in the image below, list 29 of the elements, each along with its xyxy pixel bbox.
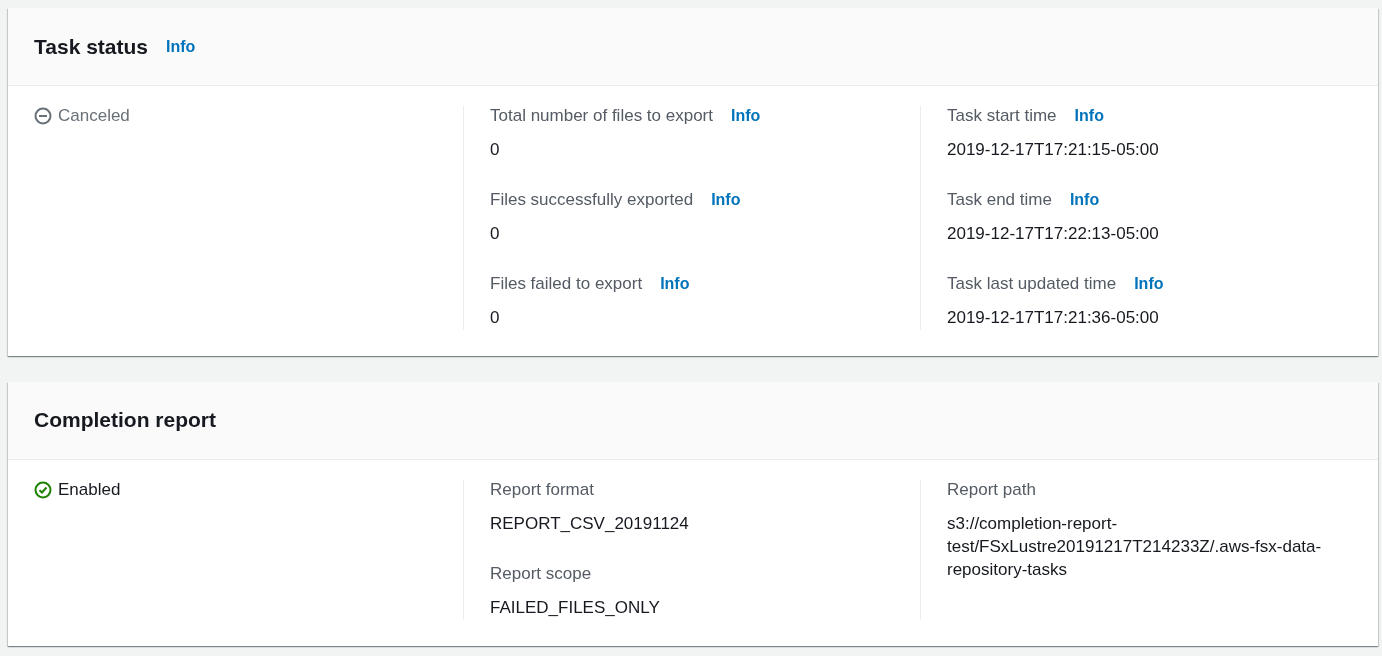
field-label: Files successfully exported (490, 189, 694, 210)
info-link[interactable]: Info (1069, 190, 1100, 209)
field-value: s3://completion-report-test/FSxLustre20191217T214233Z/.aws-fsx-data-repository-tasks (947, 512, 1323, 581)
field-label: Report scope (490, 563, 592, 584)
field-value: 2019-12-17T17:22:13-05:00 (947, 222, 1160, 245)
field-value: 2019-12-17T17:21:15-05:00 (947, 139, 1160, 161)
field-label: Report path (947, 479, 1036, 500)
status-text: Enabled (58, 479, 121, 500)
field-label: Task start time (947, 106, 1057, 126)
field-label: Total number of files to export (490, 106, 713, 126)
field-value: 0 (490, 222, 501, 245)
field-label: Report format (490, 479, 594, 500)
field-value: 0 (490, 139, 501, 161)
panel-title: Task status (34, 34, 148, 59)
info-link[interactable]: Info (1074, 107, 1104, 125)
info-link[interactable]: Info (1134, 274, 1164, 293)
info-link[interactable]: Info (660, 274, 690, 293)
info-link[interactable]: Info (166, 37, 196, 56)
field-label: Task last updated time (947, 273, 1117, 294)
field-value: 0 (490, 306, 501, 329)
field-label: Task end time (947, 189, 1052, 210)
field-label: Files failed to export (490, 273, 643, 294)
panel-title: Completion report (34, 408, 216, 433)
info-link[interactable]: Info (731, 107, 761, 125)
status-text: Canceled (58, 106, 130, 126)
field-value: FAILED_FILES_ONLY (490, 596, 661, 619)
field-value: 2019-12-17T17:21:36-05:00 (947, 306, 1160, 329)
info-link[interactable]: Info (711, 190, 741, 209)
field-value: REPORT_CSV_20191124 (490, 512, 690, 535)
